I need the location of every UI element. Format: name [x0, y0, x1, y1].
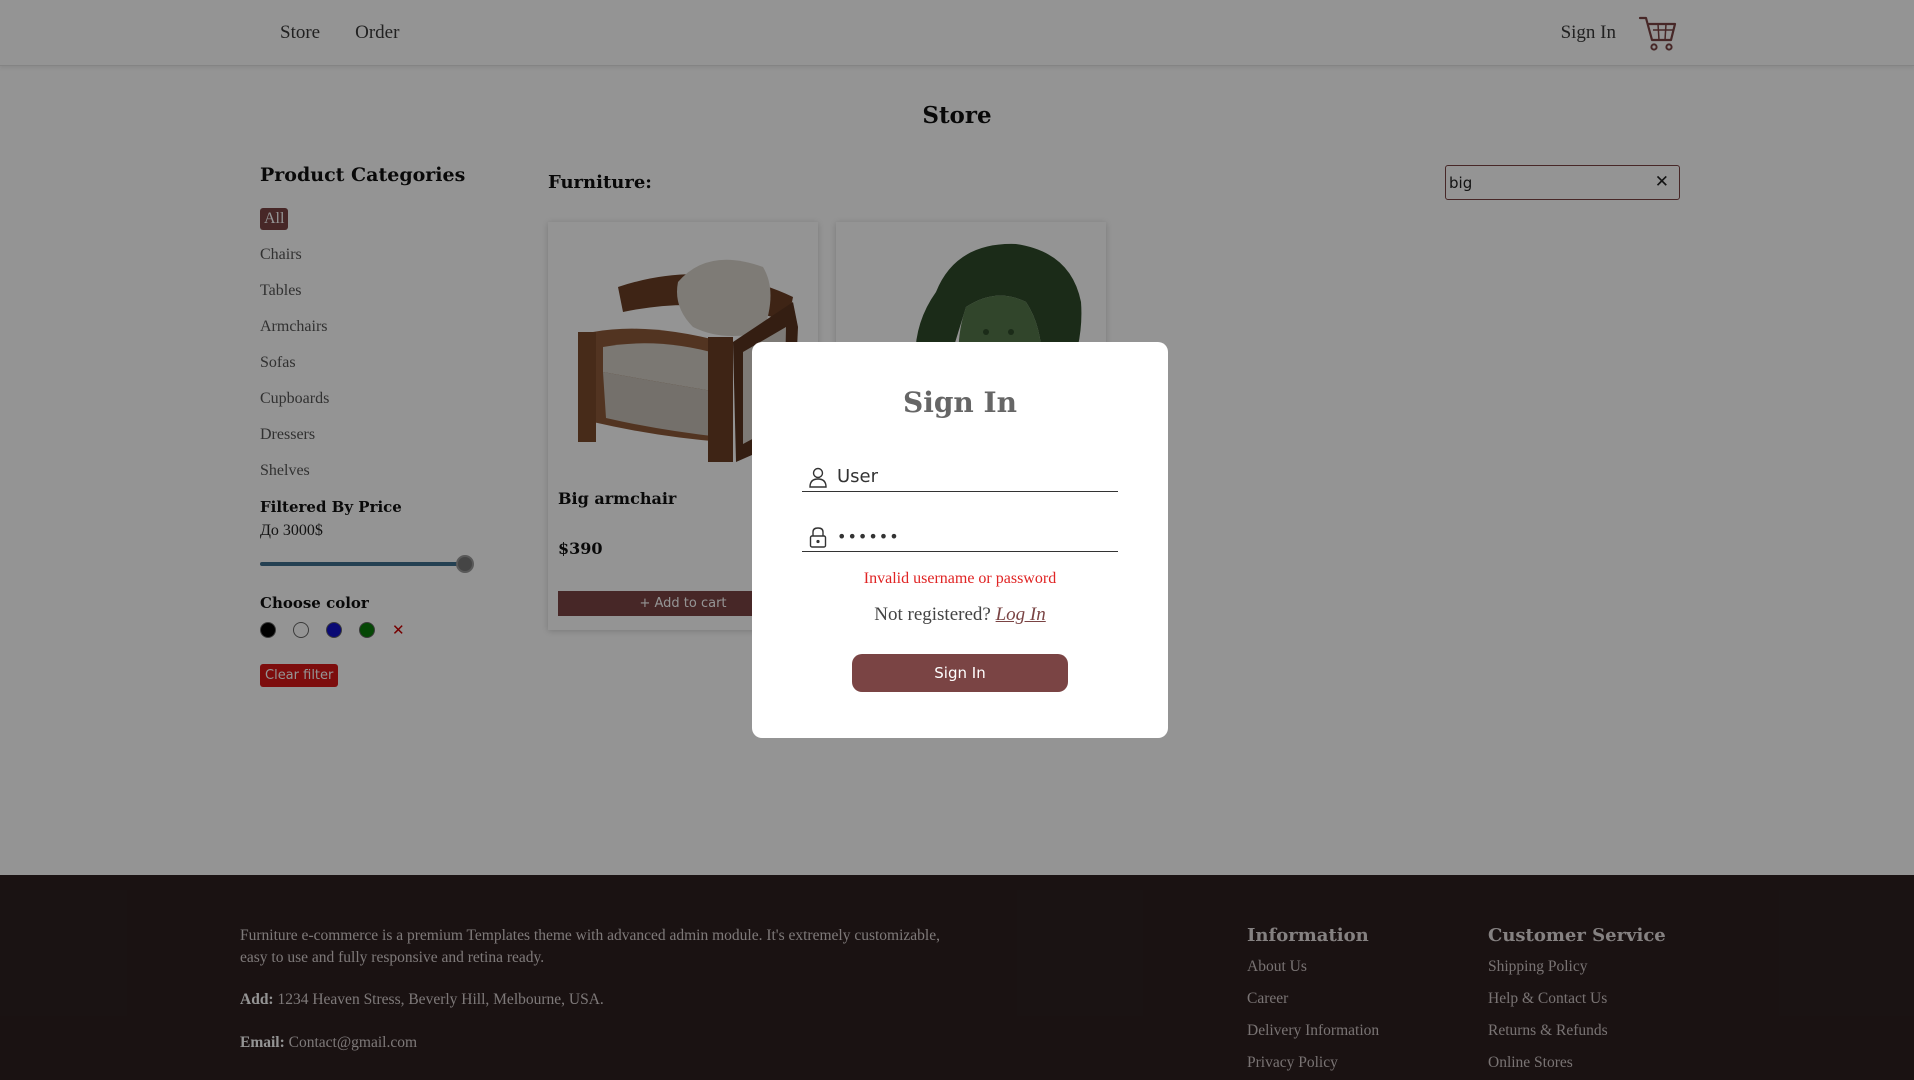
- username-field: [802, 462, 1118, 492]
- user-icon: [809, 467, 827, 488]
- password-input[interactable]: [837, 524, 1107, 548]
- signin-title: Sign In: [903, 386, 1017, 419]
- signin-modal: Sign In Invalid username or password Not…: [752, 342, 1168, 738]
- register-link[interactable]: Log In: [996, 604, 1046, 625]
- lock-icon: [809, 527, 827, 548]
- register-prompt: Not registered? Log In: [752, 604, 1168, 626]
- password-field: [802, 522, 1118, 552]
- username-input[interactable]: [837, 464, 1107, 488]
- signin-submit-button[interactable]: Sign In: [852, 654, 1068, 692]
- register-prompt-text: Not registered?: [874, 604, 991, 625]
- error-message: Invalid username or password: [863, 570, 1057, 587]
